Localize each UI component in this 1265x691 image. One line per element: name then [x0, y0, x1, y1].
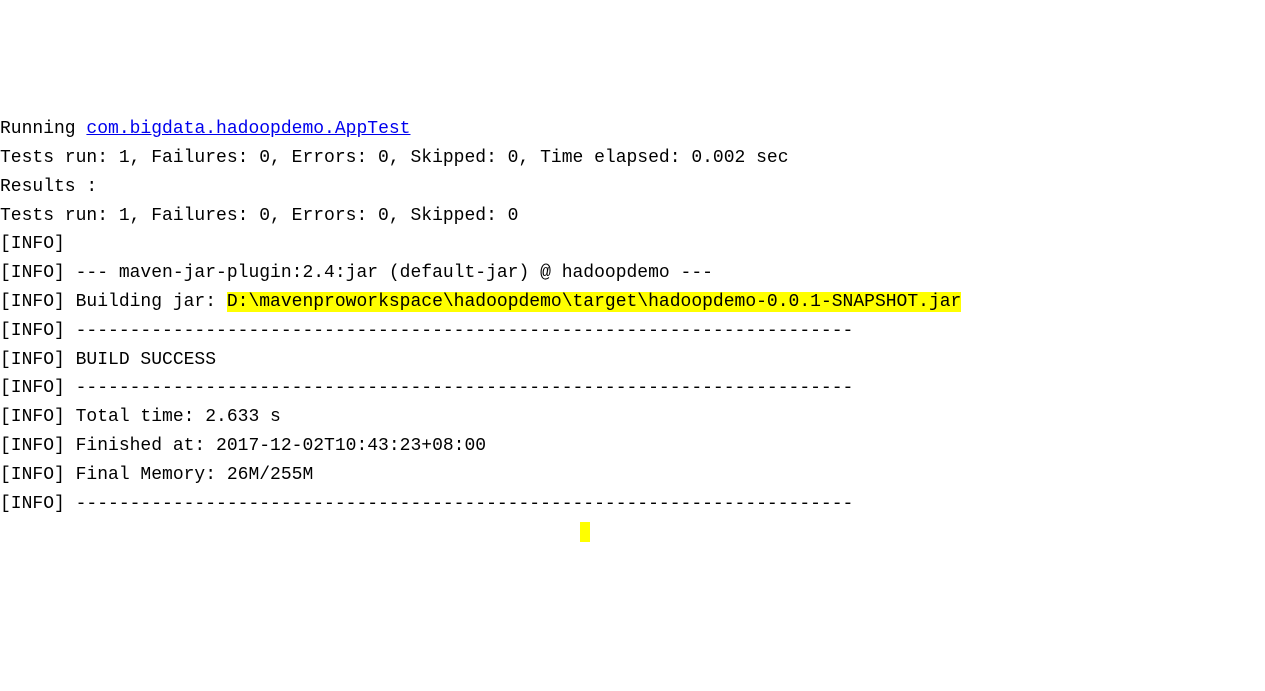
- building-jar-line: [INFO] Building jar: D:\mavenproworkspac…: [0, 288, 1265, 317]
- tests-run-line-2: Tests run: 1, Failures: 0, Errors: 0, Sk…: [0, 202, 1265, 231]
- total-time-line: [INFO] Total time: 2.633 s: [0, 403, 1265, 432]
- final-memory-line: [INFO] Final Memory: 26M/255M: [0, 461, 1265, 490]
- jar-path-highlighted: D:\mavenproworkspace\hadoopdemo\target\h…: [227, 292, 962, 312]
- info-line: [INFO]: [0, 230, 1265, 259]
- finished-at-line: [INFO] Finished at: 2017-12-02T10:43:23+…: [0, 432, 1265, 461]
- build-success-line: [INFO] BUILD SUCCESS: [0, 346, 1265, 375]
- info-plugin-line: [INFO] --- maven-jar-plugin:2.4:jar (def…: [0, 259, 1265, 288]
- running-line: Running com.bigdata.hadoopdemo.AppTest: [0, 115, 1265, 144]
- console-output: Running com.bigdata.hadoopdemo.AppTestTe…: [0, 115, 1265, 547]
- tests-run-line-1: Tests run: 1, Failures: 0, Errors: 0, Sk…: [0, 144, 1265, 173]
- cursor-indicator: [580, 522, 590, 542]
- running-prefix: Running: [0, 119, 86, 139]
- building-jar-prefix: [INFO] Building jar:: [0, 292, 227, 312]
- info-separator-line: [INFO] ---------------------------------…: [0, 490, 1265, 519]
- info-separator-line: [INFO] ---------------------------------…: [0, 317, 1265, 346]
- results-label: Results :: [0, 173, 1265, 202]
- test-class-link[interactable]: com.bigdata.hadoopdemo.AppTest: [86, 119, 410, 139]
- info-separator-line: [INFO] ---------------------------------…: [0, 374, 1265, 403]
